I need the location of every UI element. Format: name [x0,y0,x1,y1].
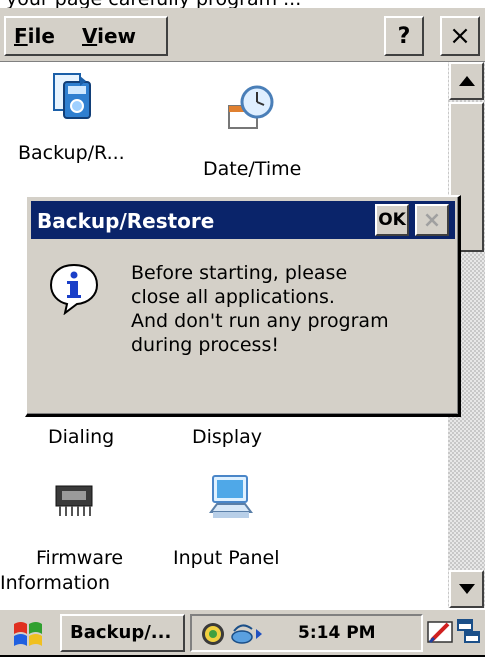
chip-icon [52,480,96,525]
menu-group: File View [4,16,168,56]
clock[interactable]: 5:14 PM [298,623,376,643]
dialog-message: Before starting, please close all applic… [131,261,389,357]
cropped-text: your page carefully program ... [6,0,301,8]
item-label: Input Panel [173,547,280,569]
taskbar: Backup/... 5:14 PM [0,608,485,657]
message-line: Before starting, please [131,262,348,284]
item-input-panel[interactable]: Input Panel [165,462,315,582]
item-label: Display [192,426,263,448]
backup-restore-dialog: Backup/Restore OK × Before starting, ple… [25,195,461,417]
scroll-up-button[interactable] [449,62,484,100]
message-line: And don't run any program [131,310,389,332]
message-line: during process! [131,334,279,356]
triangle-down-icon [458,584,475,594]
backup-restore-icon [50,72,98,125]
item-firmware-information[interactable]: Firmware Information [0,462,160,608]
menu-bar: File View ? × [0,8,485,62]
dialog-close-button[interactable]: × [415,204,449,236]
cropped-top-text: your page carefully program ... [0,0,485,8]
dialog-titlebar: Backup/Restore OK × [31,201,455,239]
ok-button[interactable]: OK [375,204,409,236]
keyboard-icon [207,472,255,529]
item-date-time[interactable]: Date/Time [180,62,320,192]
switch-window-icon[interactable] [456,618,482,650]
close-button[interactable]: × [440,16,480,56]
triangle-up-icon [458,76,475,86]
menu-view[interactable]: View [82,24,136,48]
item-label: Dialing [48,426,115,448]
windows-flag-icon[interactable] [10,618,46,654]
connection-icon[interactable] [230,621,266,651]
item-label: Backup/R... [18,142,125,164]
scroll-down-button[interactable] [449,570,484,608]
input-method-icon[interactable] [426,618,454,650]
item-label-line2: Information [0,572,110,594]
menu-file[interactable]: File [14,24,55,48]
system-tray: 5:14 PM [190,614,423,652]
item-label-line1: Firmware [36,547,124,569]
message-line: close all applications. [131,286,335,308]
taskbar-app-button[interactable]: Backup/... [60,614,185,652]
info-icon [47,261,101,319]
help-button[interactable]: ? [384,16,424,56]
item-backup-restore[interactable]: Backup/R... [0,62,150,182]
item-label: Date/Time [203,158,302,180]
network-icon[interactable] [200,621,226,651]
dialog-title: Backup/Restore [37,209,215,233]
clock-calendar-icon [225,82,277,139]
